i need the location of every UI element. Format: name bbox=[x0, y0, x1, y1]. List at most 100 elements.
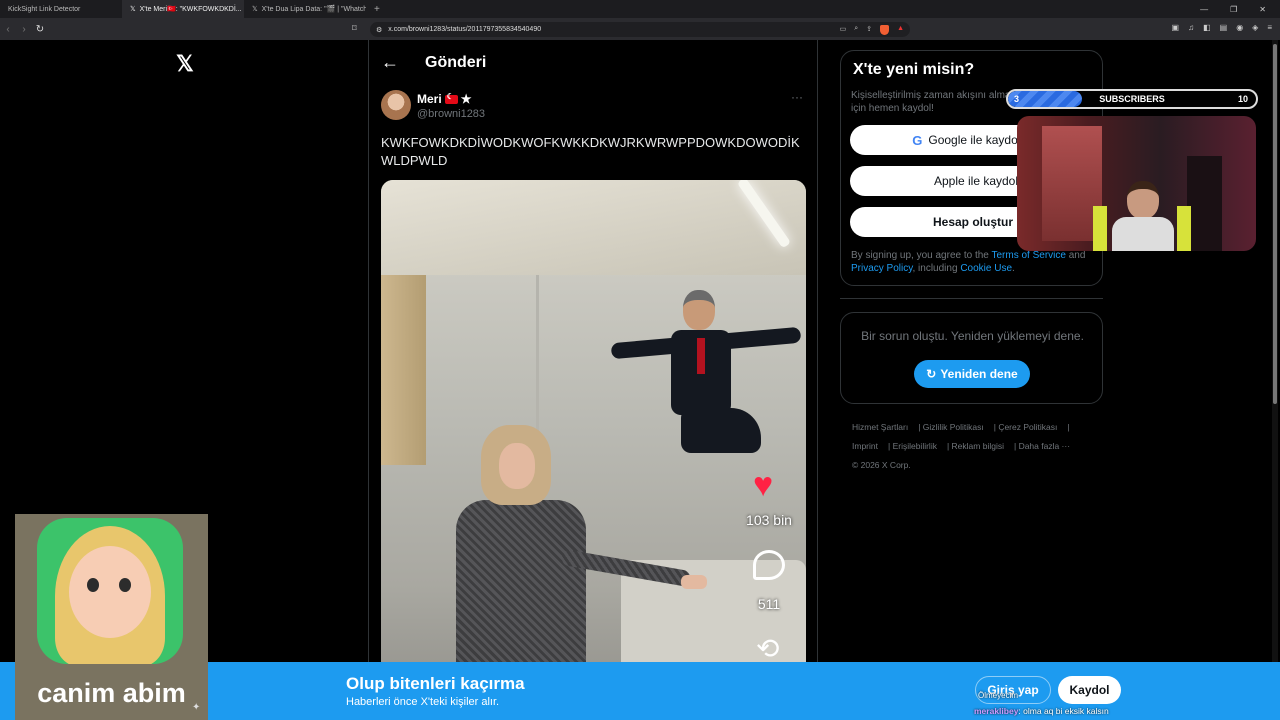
account-icon[interactable]: ◉ bbox=[1236, 23, 1243, 32]
star-icon: ★ bbox=[460, 92, 472, 106]
banner-title: Olup bitenleri kaçırma bbox=[346, 674, 525, 693]
author-name[interactable]: Meri ★ bbox=[417, 92, 472, 107]
sparkle-icon: ✦ bbox=[192, 702, 201, 713]
signup-title: X'te yeni misin? bbox=[853, 61, 975, 78]
terms-text: and bbox=[1065, 250, 1086, 261]
retry-label: Yeniden dene bbox=[940, 367, 1018, 381]
comment-count: 511 bbox=[757, 596, 781, 612]
like-heart-icon[interactable]: ♥ bbox=[753, 466, 773, 505]
post-header: ← Gönderi bbox=[381, 52, 486, 73]
back-icon[interactable]: ‹ bbox=[0, 24, 16, 35]
like-count: 103 bin bbox=[746, 512, 792, 528]
address-bar-row: ‹ › ↻ ⌑ ⚙ x.com/browni1283/status/201179… bbox=[0, 18, 1280, 40]
terms-text: . bbox=[1012, 263, 1015, 274]
author-handle[interactable]: @browni1283 bbox=[417, 108, 485, 120]
scrollbar-thumb[interactable] bbox=[1273, 44, 1277, 404]
cookie-link[interactable]: Cookie Use bbox=[960, 263, 1012, 274]
display-name: Meri bbox=[417, 92, 442, 106]
footer-link[interactable]: Erişilebilirlik bbox=[893, 441, 937, 451]
turkey-flag-icon bbox=[444, 92, 458, 104]
refresh-icon: ↻ bbox=[926, 367, 937, 381]
tab-label: KickSight Link Detector bbox=[8, 5, 81, 13]
chat-user: Ölmeyecim bbox=[978, 691, 1019, 700]
error-message: Bir sorun oluştu. Yeniden yüklemeyi dene… bbox=[861, 329, 1084, 343]
signup-button[interactable]: Kaydol bbox=[1058, 676, 1121, 704]
tab-label: X'te Meri🇹🇷: "KWKFOWKDKDİ... bbox=[139, 6, 242, 13]
wallet-icon[interactable]: ▣ bbox=[1172, 23, 1180, 32]
sidebar-icon[interactable]: ◧ bbox=[1203, 23, 1211, 32]
browser-tab-bar: KickSight Link Detector 𝕏 X'te Meri🇹🇷: "K… bbox=[0, 0, 1280, 18]
post-text: KWKFOWKDKDİWODKWOFKWKKDKWJRKWRWPPDOWKDOW… bbox=[381, 135, 800, 168]
curtain bbox=[381, 275, 426, 465]
extensions-icon[interactable]: ▤ bbox=[1220, 23, 1228, 32]
apple-signup-label: Apple ile kaydol bbox=[933, 174, 1019, 188]
error-card: Bir sorun oluştu. Yeniden yüklemeyi dene… bbox=[840, 312, 1103, 404]
webcam-overlay bbox=[1017, 116, 1256, 251]
url-text: x.com/browni1283/status/2011797355834540… bbox=[388, 26, 542, 33]
post-media[interactable]: ♥ 103 bin 511 ⟲ bbox=[381, 180, 806, 720]
terms-text: , including bbox=[912, 263, 961, 274]
bookmark-icon[interactable]: ⌑ bbox=[352, 23, 357, 34]
chat-message: Ölmeyecim bbox=[978, 691, 1018, 700]
divider bbox=[840, 298, 1103, 299]
reload-icon[interactable]: ↻ bbox=[32, 24, 48, 35]
back-arrow-icon[interactable]: ← bbox=[381, 52, 399, 73]
more-options-icon[interactable]: ··· bbox=[791, 90, 803, 104]
share-icon[interactable]: ⇪ bbox=[866, 25, 872, 35]
brave-shield-icon[interactable] bbox=[880, 24, 890, 35]
close-window-icon[interactable]: ✕ bbox=[1259, 5, 1266, 14]
comment-icon[interactable] bbox=[753, 550, 785, 580]
signup-subtitle: Kişiselleştirilmiş zaman akışını almak i… bbox=[851, 90, 1016, 114]
footer-link[interactable]: Daha fazla ··· bbox=[1019, 441, 1071, 451]
new-tab-button[interactable]: + bbox=[366, 4, 388, 15]
media-icon[interactable]: ♫ bbox=[1188, 23, 1194, 32]
tab-label: X'te Dua Lipa Data: "🎬 | "Whatcha... bbox=[261, 6, 366, 13]
forward-icon[interactable]: › bbox=[16, 24, 32, 35]
ceiling bbox=[381, 180, 806, 275]
terms-text: By signing up, you agree to the bbox=[851, 250, 992, 261]
tab-kicksight[interactable]: KickSight Link Detector bbox=[0, 0, 122, 18]
author-avatar[interactable] bbox=[381, 90, 411, 120]
x-tab-icon: 𝕏 bbox=[252, 6, 258, 13]
vpn-icon[interactable]: ◈ bbox=[1252, 23, 1258, 32]
avatar bbox=[37, 518, 183, 664]
streamer-avatar-overlay: canim abim ✦ bbox=[15, 514, 208, 720]
rewards-icon[interactable]: ▲ bbox=[897, 25, 904, 35]
footer-link[interactable]: Imprint bbox=[852, 441, 878, 451]
copyright: © 2026 X Corp. bbox=[852, 460, 911, 470]
footer-link[interactable]: Reklam bilgisi bbox=[952, 441, 1004, 451]
footer-link[interactable]: Çerez Politikası bbox=[998, 422, 1057, 432]
tab-x-post[interactable]: 𝕏X'te Meri🇹🇷: "KWKFOWKDKDİ...✕ bbox=[122, 0, 244, 18]
post-column: ← Gönderi Meri ★ @browni1283 ··· KWKFOWK… bbox=[368, 40, 818, 720]
restore-icon[interactable]: ❐ bbox=[1230, 5, 1237, 14]
zoom-icon[interactable]: ⌕ bbox=[854, 25, 858, 35]
footer-link[interactable]: Hizmet Şartları bbox=[852, 422, 908, 432]
privacy-link[interactable]: Privacy Policy bbox=[851, 263, 913, 274]
footer-link[interactable]: Gizlilik Politikası bbox=[923, 422, 984, 432]
terms-link[interactable]: Terms of Service bbox=[991, 250, 1065, 261]
repost-icon[interactable]: ⟲ bbox=[756, 632, 779, 665]
scrollbar[interactable] bbox=[1272, 40, 1278, 720]
site-info-icon[interactable]: ⚙ bbox=[376, 26, 382, 34]
subscriber-label: SUBSCRIBERS bbox=[1099, 94, 1165, 104]
chat-text: olma aq bi eksik kalsın bbox=[1023, 706, 1109, 716]
x-logo-icon[interactable]: 𝕏 bbox=[176, 51, 194, 77]
footer-links: Hizmet Şartları | Gizlilik Politikası | Çe… bbox=[852, 422, 1071, 470]
subscriber-goal: 10 bbox=[1237, 94, 1248, 104]
page-title: Gönderi bbox=[425, 53, 487, 71]
create-account-label: Hesap oluştur bbox=[932, 215, 1013, 229]
x-tab-icon: 𝕏 bbox=[130, 6, 136, 13]
subscriber-goal-bar: 3 SUBSCRIBERS 10 bbox=[1006, 89, 1258, 109]
retry-button[interactable]: ↻ Yeniden dene bbox=[914, 360, 1030, 388]
avatar-name: canim abim bbox=[37, 678, 186, 708]
chat-user: meraklibey bbox=[974, 706, 1019, 716]
cast-icon[interactable]: ▭ bbox=[840, 25, 847, 35]
url-field[interactable]: ⚙ x.com/browni1283/status/20117973558345… bbox=[370, 22, 910, 37]
google-icon: G bbox=[912, 132, 923, 148]
banner-subtitle: Haberleri önce X'teki kişiler alır. bbox=[346, 696, 500, 708]
signup-terms: By signing up, you agree to the Terms of… bbox=[851, 249, 1096, 275]
menu-icon[interactable]: ≡ bbox=[1267, 23, 1272, 32]
chat-message: meraklibey: olma aq bi eksik kalsın bbox=[974, 706, 1109, 716]
minimize-icon[interactable]: — bbox=[1200, 5, 1208, 14]
tab-dua-lipa[interactable]: 𝕏 X'te Dua Lipa Data: "🎬 | "Whatcha... bbox=[244, 0, 366, 18]
